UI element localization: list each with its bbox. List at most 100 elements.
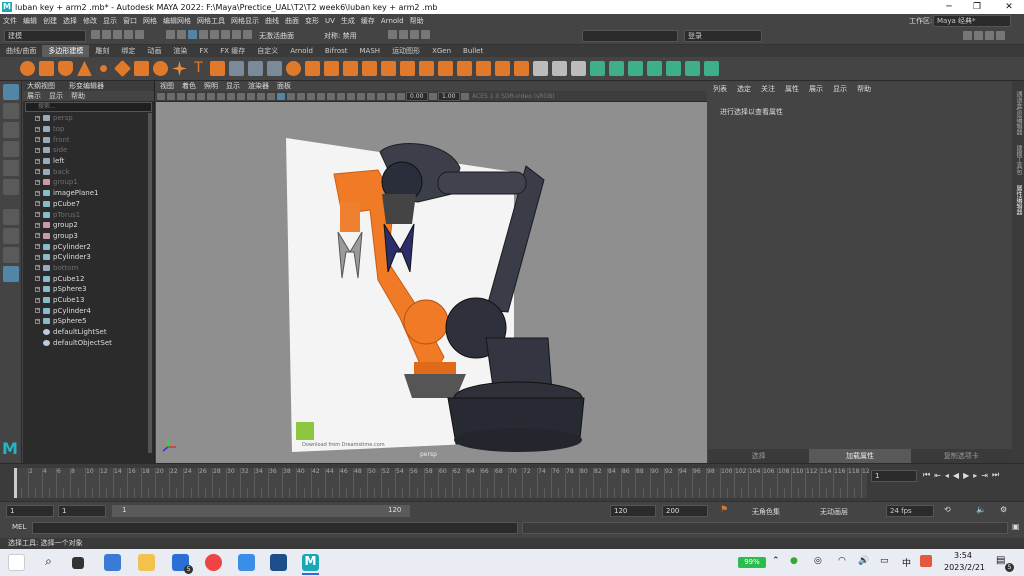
expand-icon[interactable]: + xyxy=(35,318,40,324)
outliner-item[interactable]: + pSphere5 xyxy=(23,316,154,327)
fill-hole-icon[interactable] xyxy=(419,61,434,76)
viewport-menu-shading[interactable]: 着色 xyxy=(182,81,196,91)
move-tool-icon[interactable] xyxy=(3,141,19,157)
anim-layer-select[interactable]: 无动画层 xyxy=(820,507,848,517)
playback-start-field[interactable]: 1 xyxy=(58,505,106,517)
two-view-layout-icon[interactable] xyxy=(3,247,19,263)
go-to-start-icon[interactable]: ⏮ xyxy=(923,470,930,480)
redo-icon[interactable] xyxy=(135,30,144,39)
shelf-tab-custom[interactable]: 自定义 xyxy=(251,45,284,57)
expand-icon[interactable]: + xyxy=(35,190,40,196)
current-frame-field[interactable]: 1 xyxy=(871,470,917,482)
svg-icon[interactable] xyxy=(210,61,225,76)
outliner-item[interactable]: +defaultLightSet xyxy=(23,327,154,338)
select-component-icon[interactable] xyxy=(188,30,197,39)
outliner-item[interactable]: + top xyxy=(23,124,154,135)
mel-input[interactable] xyxy=(32,522,518,534)
new-scene-icon[interactable] xyxy=(91,30,100,39)
sphere-star-icon[interactable] xyxy=(172,61,187,76)
menu-arnold[interactable]: Arnold xyxy=(381,17,404,25)
isolate-select-icon[interactable] xyxy=(357,92,365,100)
outliner-menu-help[interactable]: 帮助 xyxy=(71,91,85,101)
shape-editor-tab[interactable]: 形变编辑器 xyxy=(69,81,104,91)
wedge-icon[interactable] xyxy=(476,61,491,76)
outliner-menu-show[interactable]: 展示 xyxy=(27,91,41,101)
ae-copy-tab-button[interactable]: 复制选项卡 xyxy=(911,449,1012,463)
expand-icon[interactable]: + xyxy=(35,115,40,121)
side-tab-modeling-toolkit[interactable]: 建模工具包 xyxy=(1014,145,1023,175)
side-tab-attribute-editor[interactable]: 属性编辑器 xyxy=(1014,185,1023,215)
snap-surface-icon[interactable] xyxy=(243,30,252,39)
outliner-item[interactable]: + imagePlane1 xyxy=(23,188,154,199)
menu-curves[interactable]: 曲线 xyxy=(265,16,279,26)
mode-select[interactable]: 建模 xyxy=(4,29,86,42)
shelf-tab-rigging[interactable]: 绑定 xyxy=(115,45,141,57)
keyboard-icon[interactable]: ▭ xyxy=(880,556,889,566)
triangulate-icon[interactable] xyxy=(438,61,453,76)
shelf-tab-rendering[interactable]: 渲染 xyxy=(167,45,193,57)
uv-unfold-icon[interactable] xyxy=(685,61,700,76)
select-tool-icon[interactable] xyxy=(3,84,19,100)
poly-disc-icon[interactable] xyxy=(134,61,149,76)
menu-display[interactable]: 显示 xyxy=(103,16,117,26)
outliner-item[interactable]: + group2 xyxy=(23,220,154,231)
uv-cylindrical-icon[interactable] xyxy=(628,61,643,76)
file-explorer-icon[interactable] xyxy=(138,554,155,571)
poly-cone-icon[interactable] xyxy=(77,61,92,76)
shelf-tab-mash[interactable]: MASH xyxy=(354,45,387,57)
clock-date[interactable]: 2023/2/21 xyxy=(944,563,985,572)
combine-icon[interactable] xyxy=(229,61,244,76)
shelf-tab-arnold[interactable]: Arnold xyxy=(284,45,319,57)
menu-create[interactable]: 创建 xyxy=(43,16,57,26)
xray-icon[interactable] xyxy=(367,92,375,100)
lasso-tool-icon[interactable] xyxy=(3,103,19,119)
no-live-surface[interactable]: 无激活曲面 xyxy=(259,31,294,41)
gamma-field[interactable]: 1.00 xyxy=(438,91,460,101)
poke-icon[interactable] xyxy=(495,61,510,76)
side-tab-channel-box[interactable]: 通道盒/层编辑器 xyxy=(1014,91,1023,135)
exposure-field[interactable]: 0.00 xyxy=(406,91,428,101)
current-time-marker[interactable] xyxy=(14,468,17,498)
menu-windows[interactable]: 窗口 xyxy=(123,16,137,26)
circularize-icon[interactable] xyxy=(514,61,529,76)
resolution-gate-icon[interactable] xyxy=(217,92,225,100)
save-scene-icon[interactable] xyxy=(113,30,122,39)
shadows-icon[interactable] xyxy=(317,92,325,100)
quadrangulate-icon[interactable] xyxy=(457,61,472,76)
outliner-item[interactable]: + pCube12 xyxy=(23,273,154,284)
workspace-select[interactable]: Maya 经典* xyxy=(933,15,1011,27)
anim-start-field[interactable]: 1 xyxy=(6,505,54,517)
step-back-key-icon[interactable]: ⇤ xyxy=(934,471,941,480)
uv-auto-icon[interactable] xyxy=(609,61,624,76)
uv-planar-icon[interactable] xyxy=(590,61,605,76)
outliner-title[interactable]: 大纲视图 xyxy=(27,81,55,91)
snap-view-icon[interactable] xyxy=(232,30,241,39)
target-weld-icon[interactable] xyxy=(552,61,567,76)
wps-icon[interactable] xyxy=(920,555,932,567)
colorspace-select[interactable]: ACES 1.0 SDR-video (sRGB) xyxy=(472,93,555,100)
paint-select-tool-icon[interactable] xyxy=(3,122,19,138)
ae-menu-attributes[interactable]: 属性 xyxy=(785,84,799,94)
shelf-tab-fx-cache[interactable]: FX 缓存 xyxy=(214,45,251,57)
mail-icon[interactable]: 5 xyxy=(172,554,193,574)
anti-aliasing-icon[interactable] xyxy=(347,92,355,100)
shelf-tab-sculpting[interactable]: 雕刻 xyxy=(89,45,115,57)
bookmark-icon[interactable] xyxy=(177,92,185,100)
viewport-menu-panels[interactable]: 面板 xyxy=(277,81,291,91)
outliner-item[interactable]: + group3 xyxy=(23,231,154,242)
smooth-shade-icon[interactable] xyxy=(277,92,285,100)
menu-edit-mesh[interactable]: 编辑网格 xyxy=(163,16,191,26)
character-set-select[interactable]: 无角色集 xyxy=(752,507,780,517)
snap-grid-icon[interactable] xyxy=(199,30,208,39)
extrude-icon[interactable] xyxy=(324,61,339,76)
ae-menu-list[interactable]: 列表 xyxy=(713,84,727,94)
select-camera-icon[interactable] xyxy=(157,92,165,100)
maximize-icon[interactable]: ❐ xyxy=(962,0,992,14)
shelf-tab-polygon-modeling[interactable]: 多边形建模 xyxy=(42,45,90,57)
menu-mesh-display[interactable]: 网格显示 xyxy=(231,16,259,26)
close-icon[interactable]: ✕ xyxy=(994,0,1024,14)
snap-curve-icon[interactable] xyxy=(210,30,219,39)
expand-icon[interactable]: + xyxy=(35,254,40,260)
super-shape-icon[interactable] xyxy=(153,61,168,76)
camera-attributes-icon[interactable] xyxy=(167,92,175,100)
